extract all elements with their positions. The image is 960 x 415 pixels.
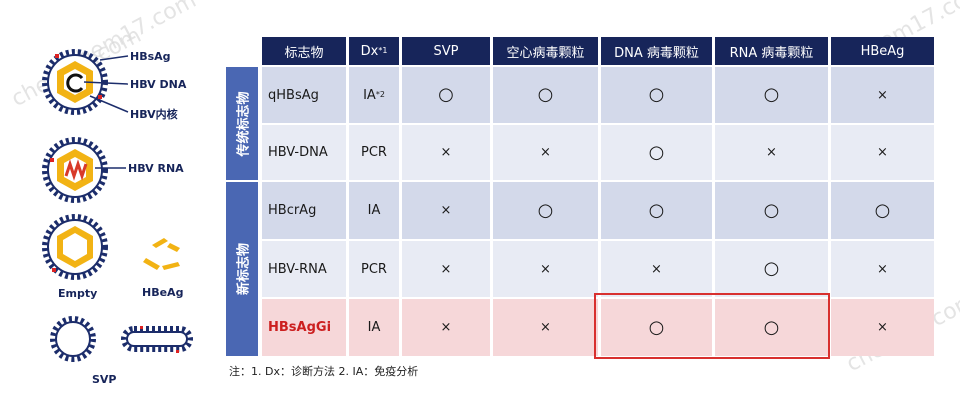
dx-method: IA bbox=[363, 87, 376, 103]
circle-mark-icon: ○ bbox=[648, 141, 665, 163]
circle-mark-icon: ○ bbox=[537, 199, 554, 221]
detection-cell: ○ bbox=[402, 67, 490, 123]
circle-mark-icon: ○ bbox=[763, 199, 780, 221]
detection-cell: × bbox=[402, 125, 490, 180]
circle-mark-icon: ○ bbox=[763, 84, 780, 105]
cross-mark-icon: × bbox=[651, 261, 662, 277]
circle-mark-icon: ○ bbox=[763, 258, 780, 279]
detection-cell: × bbox=[402, 182, 490, 239]
dx-cell: IA *2 bbox=[349, 67, 399, 123]
header-svp: SVP bbox=[402, 37, 490, 65]
header-dna-particle: DNA 病毒颗粒 bbox=[601, 37, 712, 65]
hbv-core-label: HBV内核 bbox=[130, 108, 178, 121]
marker-cell: HBV-DNA bbox=[262, 125, 346, 180]
detection-cell: ○ bbox=[601, 67, 712, 123]
dx-method: PCR bbox=[361, 145, 387, 160]
hbv-rna-particle-icon bbox=[42, 137, 126, 203]
cross-mark-icon: × bbox=[440, 145, 452, 160]
detection-cell: ○ bbox=[493, 182, 598, 239]
marker-name: qHBsAg bbox=[268, 87, 319, 103]
hbv-rna-label: HBV RNA bbox=[128, 162, 184, 175]
marker-cell: HBcrAg bbox=[262, 182, 346, 239]
hbv-dna-label: HBV DNA bbox=[130, 78, 187, 91]
group-traditional: 传统标志物 bbox=[226, 67, 258, 180]
cross-mark-icon: × bbox=[877, 320, 888, 335]
group-new: 新标志物 bbox=[226, 182, 258, 356]
circle-mark-icon: ○ bbox=[874, 199, 891, 221]
circle-mark-icon: ○ bbox=[648, 84, 665, 105]
detection-cell: × bbox=[831, 125, 934, 180]
marker-cell: HBV-RNA bbox=[262, 241, 346, 297]
detection-cell: × bbox=[402, 241, 490, 297]
svp-label: SVP bbox=[92, 373, 117, 386]
dx-method: IA bbox=[367, 320, 381, 335]
cross-mark-icon: × bbox=[440, 320, 452, 335]
cross-mark-icon: × bbox=[877, 145, 888, 160]
hbeag-label: HBeAg bbox=[142, 286, 184, 299]
dx-cell: IA bbox=[349, 182, 399, 239]
cross-mark-icon: × bbox=[877, 87, 888, 103]
dx-cell: IA bbox=[349, 299, 399, 356]
circle-mark-icon: ○ bbox=[648, 199, 665, 221]
cross-mark-icon: × bbox=[766, 145, 777, 160]
marker-name: HBV-DNA bbox=[268, 145, 328, 160]
header-marker: 标志物 bbox=[262, 37, 346, 65]
hbsag-label: HBsAg bbox=[130, 50, 171, 63]
detection-cell: × bbox=[715, 125, 828, 180]
empty-label: Empty bbox=[58, 287, 98, 300]
marker-name: HBV-RNA bbox=[268, 261, 327, 277]
marker-cell: qHBsAg bbox=[262, 67, 346, 123]
detection-cell: ○ bbox=[601, 125, 712, 180]
virus-diagram: HBsAg HBV DNA HBV内核 HBV RNA Empty HBeAg … bbox=[0, 0, 220, 411]
detection-cell: ○ bbox=[831, 182, 934, 239]
dx-cell: PCR bbox=[349, 125, 399, 180]
hbeag-icon bbox=[143, 238, 180, 270]
header-hbeag: HBeAg bbox=[831, 37, 934, 65]
cross-mark-icon: × bbox=[440, 261, 452, 277]
highlight-box bbox=[594, 293, 830, 359]
header-dx: Dx *1 bbox=[349, 37, 399, 65]
cross-mark-icon: × bbox=[540, 261, 551, 277]
detection-cell: × bbox=[493, 241, 598, 297]
detection-cell: × bbox=[493, 125, 598, 180]
dx-footnote-mark: *2 bbox=[375, 90, 385, 99]
svp-sphere-icon bbox=[50, 316, 96, 362]
detection-cell: ○ bbox=[715, 241, 828, 297]
marker-name: HBsAgGi bbox=[268, 320, 332, 335]
svp-filament-icon bbox=[121, 326, 193, 353]
detection-cell: × bbox=[831, 67, 934, 123]
detection-cell: ○ bbox=[715, 67, 828, 123]
empty-particle-icon bbox=[42, 214, 108, 280]
detection-cell: × bbox=[831, 241, 934, 297]
cross-mark-icon: × bbox=[540, 320, 551, 335]
dx-cell: PCR bbox=[349, 241, 399, 297]
cross-mark-icon: × bbox=[440, 203, 452, 218]
footnote: 注：1. Dx：诊断方法 2. IA：免疫分析 bbox=[229, 365, 419, 378]
circle-mark-icon: ○ bbox=[438, 84, 454, 105]
circle-mark-icon: ○ bbox=[537, 84, 554, 105]
marker-cell: HBsAgGi bbox=[262, 299, 346, 356]
header-empty-particle: 空心病毒颗粒 bbox=[493, 37, 598, 65]
detection-cell: × bbox=[601, 241, 712, 297]
cross-mark-icon: × bbox=[877, 261, 888, 277]
detection-cell: × bbox=[831, 299, 934, 356]
detection-cell: ○ bbox=[493, 67, 598, 123]
dx-method: IA bbox=[367, 203, 381, 218]
detection-cell: ○ bbox=[715, 182, 828, 239]
cross-mark-icon: × bbox=[540, 145, 551, 160]
detection-cell: ○ bbox=[601, 182, 712, 239]
dx-method: PCR bbox=[361, 261, 387, 277]
hbv-dna-particle-icon bbox=[42, 49, 129, 115]
header-rna-particle: RNA 病毒颗粒 bbox=[715, 37, 828, 65]
detection-cell: × bbox=[402, 299, 490, 356]
detection-cell: × bbox=[493, 299, 598, 356]
marker-name: HBcrAg bbox=[268, 203, 317, 218]
virus-diagram-svg bbox=[42, 49, 193, 362]
